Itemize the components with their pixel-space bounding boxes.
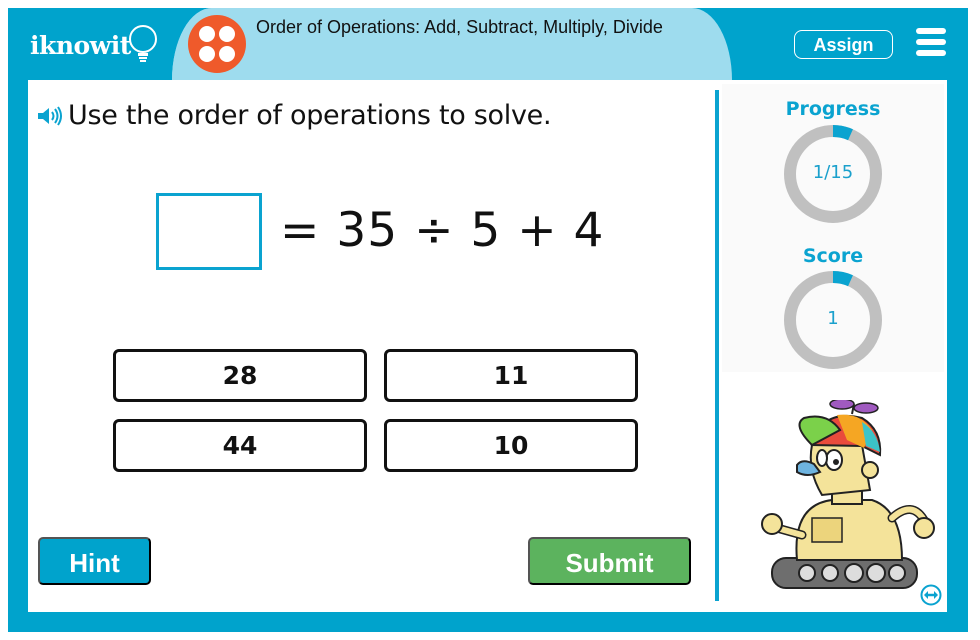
panel-divider: [715, 90, 719, 601]
progress-label: Progress: [785, 98, 881, 120]
progress-value: 1/15: [812, 162, 854, 183]
answer-drop-box[interactable]: [156, 193, 262, 270]
assign-button[interactable]: Assign: [794, 30, 893, 59]
choice-button[interactable]: 28: [113, 349, 367, 402]
submit-button[interactable]: Submit: [528, 537, 691, 585]
four-dots-icon: [188, 15, 246, 73]
hint-button[interactable]: Hint: [38, 537, 151, 585]
choice-button[interactable]: 11: [384, 349, 638, 402]
expand-arrows-icon[interactable]: [920, 584, 942, 606]
hamburger-menu-icon[interactable]: [916, 28, 946, 56]
robot-mascot: [761, 400, 935, 589]
choice-button[interactable]: 10: [384, 419, 638, 472]
question-instruction: Use the order of operations to solve.: [36, 100, 552, 131]
equation-text: = 35 ÷ 5 + 4: [280, 203, 605, 258]
lightbulb-icon: [128, 25, 157, 62]
lesson-title: Order of Operations: Add, Subtract, Mult…: [256, 17, 663, 37]
iknowit-logo[interactable]: iknowit: [30, 20, 161, 70]
logo-text: iknowit: [30, 30, 131, 60]
speaker-icon[interactable]: [36, 105, 64, 127]
choice-button[interactable]: 44: [113, 419, 367, 472]
score-label: Score: [802, 245, 864, 267]
instruction-text: Use the order of operations to solve.: [68, 100, 552, 131]
score-value: 1: [827, 308, 839, 329]
